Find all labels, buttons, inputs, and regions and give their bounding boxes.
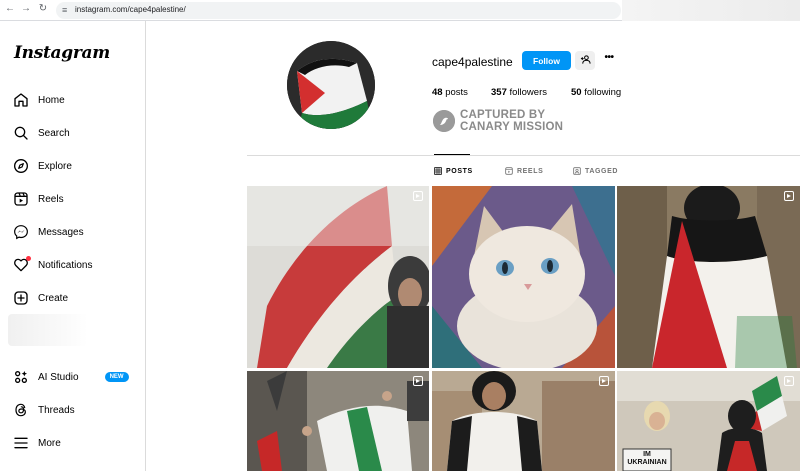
- tab-reels[interactable]: REELS: [505, 167, 543, 175]
- forward-icon[interactable]: →: [19, 3, 33, 14]
- watermark-line-2: CANARY MISSION: [460, 121, 564, 133]
- post-image: [617, 186, 800, 368]
- post-thumbnail[interactable]: IM UKRAINIAN: [617, 371, 800, 471]
- tab-label: REELS: [517, 167, 544, 175]
- tab-posts[interactable]: POSTS: [434, 167, 473, 175]
- posts-label: posts: [445, 87, 468, 98]
- reel-indicator-icon: [413, 376, 423, 386]
- sidebar-item-ai-studio[interactable]: AI Studio NEW: [12, 365, 136, 389]
- reels-icon: [12, 190, 30, 208]
- redacted-profile-item[interactable]: [8, 314, 88, 346]
- plus-square-icon: [12, 289, 30, 307]
- reel-indicator-icon: [413, 191, 423, 201]
- tagged-icon: [573, 167, 581, 175]
- post-image: [432, 371, 615, 471]
- address-bar[interactable]: ≡ instagram.com/cape4palestine/: [56, 2, 621, 19]
- instagram-logo[interactable]: Instagram: [14, 43, 110, 63]
- post-image: [432, 186, 615, 368]
- following-stat[interactable]: 50 following: [571, 87, 621, 98]
- sidebar-item-home[interactable]: Home: [12, 88, 136, 112]
- home-icon: [12, 91, 30, 109]
- sidebar-item-label: Explore: [38, 160, 72, 172]
- tab-label: POSTS: [446, 167, 473, 175]
- followers-label: followers: [509, 87, 548, 98]
- sidebar: Instagram Home Search Explore Reels Mess…: [0, 21, 146, 471]
- sidebar-item-label: Create: [38, 292, 69, 304]
- following-label: following: [584, 87, 622, 98]
- profile-username: cape4palestine: [432, 55, 513, 69]
- tab-tagged[interactable]: TAGGED: [573, 167, 618, 175]
- post-thumbnail[interactable]: [247, 186, 429, 368]
- search-icon: [12, 124, 30, 142]
- sidebar-item-reels[interactable]: Reels: [12, 187, 136, 211]
- heart-icon: [12, 256, 31, 274]
- watermark-line-1: CAPTURED BY: [460, 109, 546, 121]
- sidebar-item-label: Notifications: [38, 259, 93, 271]
- hamburger-icon: [12, 434, 30, 452]
- sidebar-item-label: Messages: [38, 226, 84, 238]
- redacted-area: [622, 0, 800, 21]
- canary-bird-icon: [433, 110, 455, 132]
- canary-mission-watermark: CAPTURED BY CANARY MISSION: [433, 108, 583, 134]
- reload-icon[interactable]: ↻: [36, 3, 50, 14]
- post-thumbnail[interactable]: [432, 186, 615, 368]
- posts-stat: 48 posts: [432, 87, 468, 98]
- posts-count: 48: [432, 87, 443, 98]
- reel-indicator-icon: [784, 191, 794, 201]
- sidebar-item-label: Home: [38, 94, 65, 106]
- avatar[interactable]: [287, 41, 375, 129]
- post-sign-text: IM UKRAINIAN: [627, 451, 667, 466]
- tab-divider: [247, 155, 800, 156]
- post-image: [247, 371, 429, 471]
- tab-label: TAGGED: [585, 167, 619, 175]
- post-thumbnail[interactable]: [617, 186, 800, 368]
- sidebar-item-threads[interactable]: Threads: [12, 398, 136, 422]
- messenger-icon: [12, 223, 30, 241]
- threads-icon: [12, 401, 30, 419]
- sidebar-item-create[interactable]: Create: [12, 286, 136, 310]
- reel-indicator-icon: [599, 376, 609, 386]
- followers-count: 357: [491, 87, 507, 98]
- notification-dot: [26, 256, 31, 261]
- sidebar-item-explore[interactable]: Explore: [12, 154, 136, 178]
- more-options-icon[interactable]: •••: [601, 53, 617, 67]
- ai-studio-icon: [12, 368, 30, 386]
- reel-indicator-icon: [784, 376, 794, 386]
- post-thumbnail[interactable]: [432, 371, 615, 471]
- following-count: 50: [571, 87, 582, 98]
- new-badge: NEW: [104, 372, 129, 382]
- post-image: [247, 186, 429, 368]
- reels-tab-icon: [505, 167, 513, 175]
- browser-toolbar: ← → ↻ ≡ instagram.com/cape4palestine/: [0, 0, 800, 21]
- active-tab-indicator: [434, 154, 470, 155]
- post-thumbnail[interactable]: [247, 371, 429, 471]
- sidebar-item-label: Reels: [38, 193, 64, 205]
- grid-icon: [434, 167, 442, 175]
- sidebar-item-notifications[interactable]: Notifications: [12, 253, 136, 277]
- sidebar-item-label: Search: [38, 127, 70, 139]
- add-person-icon: [580, 52, 591, 70]
- compass-icon: [12, 157, 30, 175]
- sidebar-item-label: More: [38, 437, 61, 449]
- site-info-icon[interactable]: ≡: [62, 5, 67, 15]
- sidebar-item-label: AI Studio: [38, 371, 79, 383]
- sidebar-item-search[interactable]: Search: [12, 121, 136, 145]
- back-icon[interactable]: ←: [3, 3, 17, 14]
- follow-button[interactable]: Follow: [522, 51, 571, 70]
- url-text[interactable]: instagram.com/cape4palestine/: [75, 5, 186, 14]
- sidebar-item-messages[interactable]: Messages: [12, 220, 136, 244]
- followers-stat[interactable]: 357 followers: [491, 87, 547, 98]
- sidebar-item-more[interactable]: More: [12, 431, 136, 455]
- suggested-users-button[interactable]: [575, 51, 595, 70]
- sidebar-item-label: Threads: [38, 404, 75, 416]
